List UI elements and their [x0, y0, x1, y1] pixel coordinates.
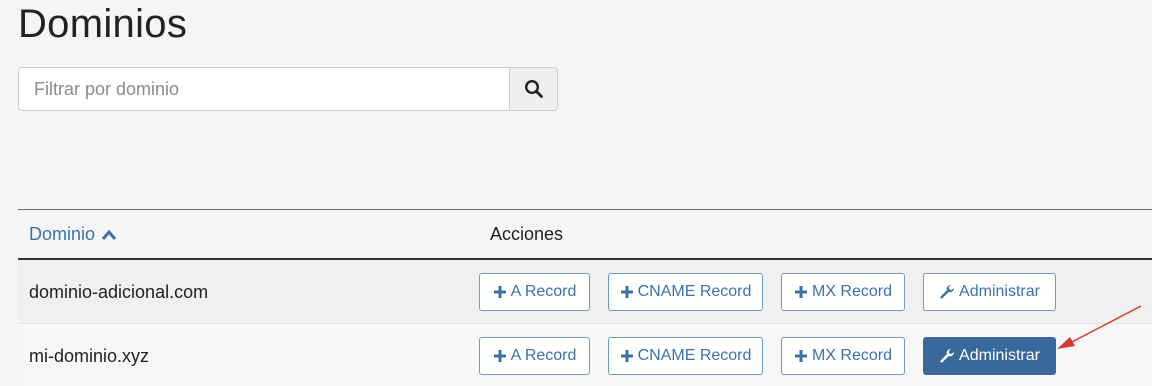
add-cname-record-button[interactable]: CNAME Record	[608, 337, 763, 375]
button-label: A Record	[510, 283, 577, 300]
table-row: mi-dominio.xyz A Record CNAME Record MX …	[18, 324, 1152, 386]
button-label: MX Record	[811, 347, 893, 364]
column-header-domain-label: Dominio	[29, 224, 96, 244]
plus-icon	[620, 286, 633, 298]
manage-domain-button[interactable]: Administrar	[923, 337, 1056, 375]
button-label: CNAME Record	[637, 283, 752, 300]
button-label: Administrar	[959, 347, 1040, 364]
plus-icon	[620, 350, 633, 362]
domains-page: Dominios Dominio Acciones dominio-adicio…	[0, 0, 1152, 386]
column-header-actions: Acciones	[490, 224, 564, 244]
plus-icon	[493, 286, 506, 298]
button-label: CNAME Record	[637, 347, 752, 364]
chevron-up-icon	[101, 229, 117, 240]
search-input[interactable]	[18, 67, 509, 111]
search-button[interactable]	[509, 67, 558, 111]
column-header-domain[interactable]: Dominio	[29, 224, 117, 245]
plus-icon	[794, 286, 807, 298]
table-row: dominio-adicional.com A Record CNAME Rec…	[18, 260, 1152, 324]
domain-filter	[18, 67, 558, 111]
plus-icon	[493, 350, 506, 362]
add-cname-record-button[interactable]: CNAME Record	[608, 273, 763, 311]
domains-table: Dominio Acciones dominio-adicional.com A…	[18, 209, 1152, 386]
button-label: A Record	[510, 347, 577, 364]
table-header: Dominio Acciones	[18, 210, 1152, 260]
wrench-icon	[940, 348, 955, 363]
button-label: Administrar	[959, 283, 1040, 300]
annotation-arrow-icon	[1057, 305, 1142, 349]
domain-name: dominio-adicional.com	[29, 282, 209, 302]
add-a-record-button[interactable]: A Record	[479, 273, 590, 311]
search-icon	[524, 79, 543, 98]
button-label: MX Record	[811, 283, 893, 300]
add-mx-record-button[interactable]: MX Record	[781, 337, 905, 375]
domain-name: mi-dominio.xyz	[29, 346, 150, 366]
manage-domain-button[interactable]: Administrar	[923, 273, 1056, 311]
add-a-record-button[interactable]: A Record	[479, 337, 590, 375]
add-mx-record-button[interactable]: MX Record	[781, 273, 905, 311]
plus-icon	[794, 350, 807, 362]
page-title: Dominios	[18, 2, 188, 46]
wrench-icon	[940, 284, 955, 299]
